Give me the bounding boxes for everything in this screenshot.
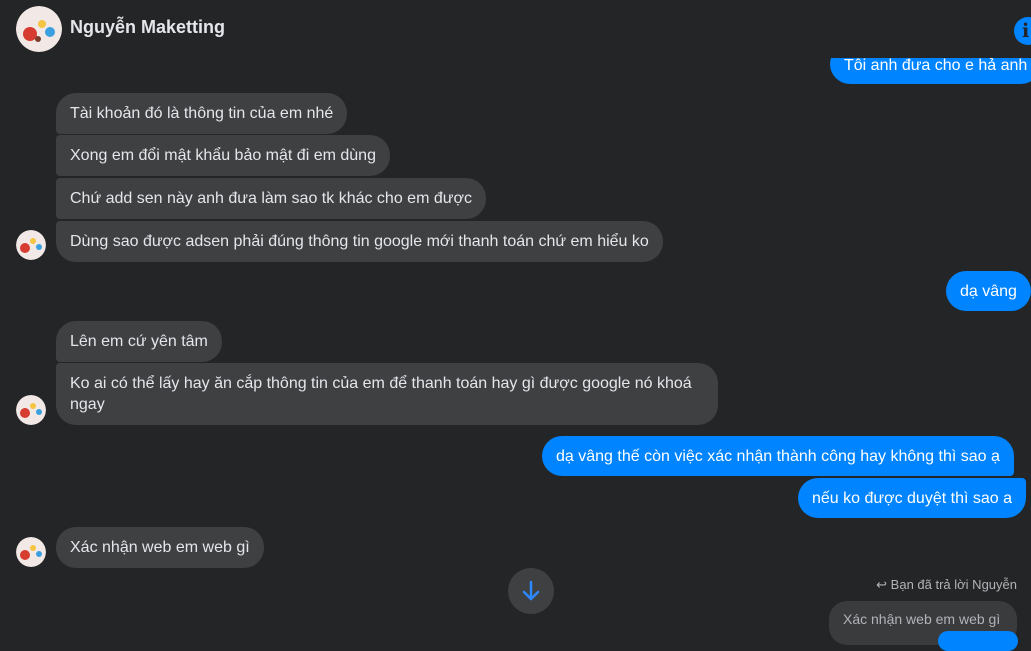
contact-avatar-small[interactable] <box>16 537 46 567</box>
arrow-down-icon <box>522 580 540 601</box>
info-icon[interactable]: i <box>1014 17 1031 45</box>
contact-avatar-small[interactable] <box>16 230 46 260</box>
contact-avatar-small[interactable] <box>16 395 46 425</box>
incoming-message: Ko ai có thể lấy hay ăn cắp thông tin củ… <box>56 363 718 425</box>
incoming-message: Dùng sao được adsen phải đúng thông tin … <box>56 221 663 262</box>
incoming-message: Lên em cứ yên tâm <box>56 321 222 362</box>
reply-note-text: Bạn đã trả lời Nguyễn <box>890 577 1017 592</box>
outgoing-message: nếu ko được duyệt thì sao a <box>798 478 1026 518</box>
outgoing-message: dạ vâng thế còn việc xác nhận thành công… <box>542 436 1014 476</box>
incoming-message: Xác nhận web em web gì <box>56 527 264 568</box>
chat-header: Nguyễn Maketting i <box>0 0 1031 58</box>
incoming-message: Chứ add sen này anh đưa làm sao tk khác … <box>56 178 486 219</box>
incoming-message: Tài khoản đó là thông tin của em nhé <box>56 93 348 134</box>
scroll-to-bottom-button[interactable] <box>508 568 554 614</box>
incoming-message: Xong em đổi mật khẩu bảo mật đi em dùng <box>56 135 390 176</box>
contact-name[interactable]: Nguyễn Maketting <box>70 17 225 38</box>
outgoing-message-partial <box>938 631 1018 651</box>
reply-note: ↩ Bạn đã trả lời Nguyễn <box>876 577 1017 593</box>
reply-icon: ↩ <box>876 577 891 592</box>
outgoing-message: dạ vâng <box>946 271 1031 311</box>
contact-avatar[interactable] <box>16 6 62 52</box>
